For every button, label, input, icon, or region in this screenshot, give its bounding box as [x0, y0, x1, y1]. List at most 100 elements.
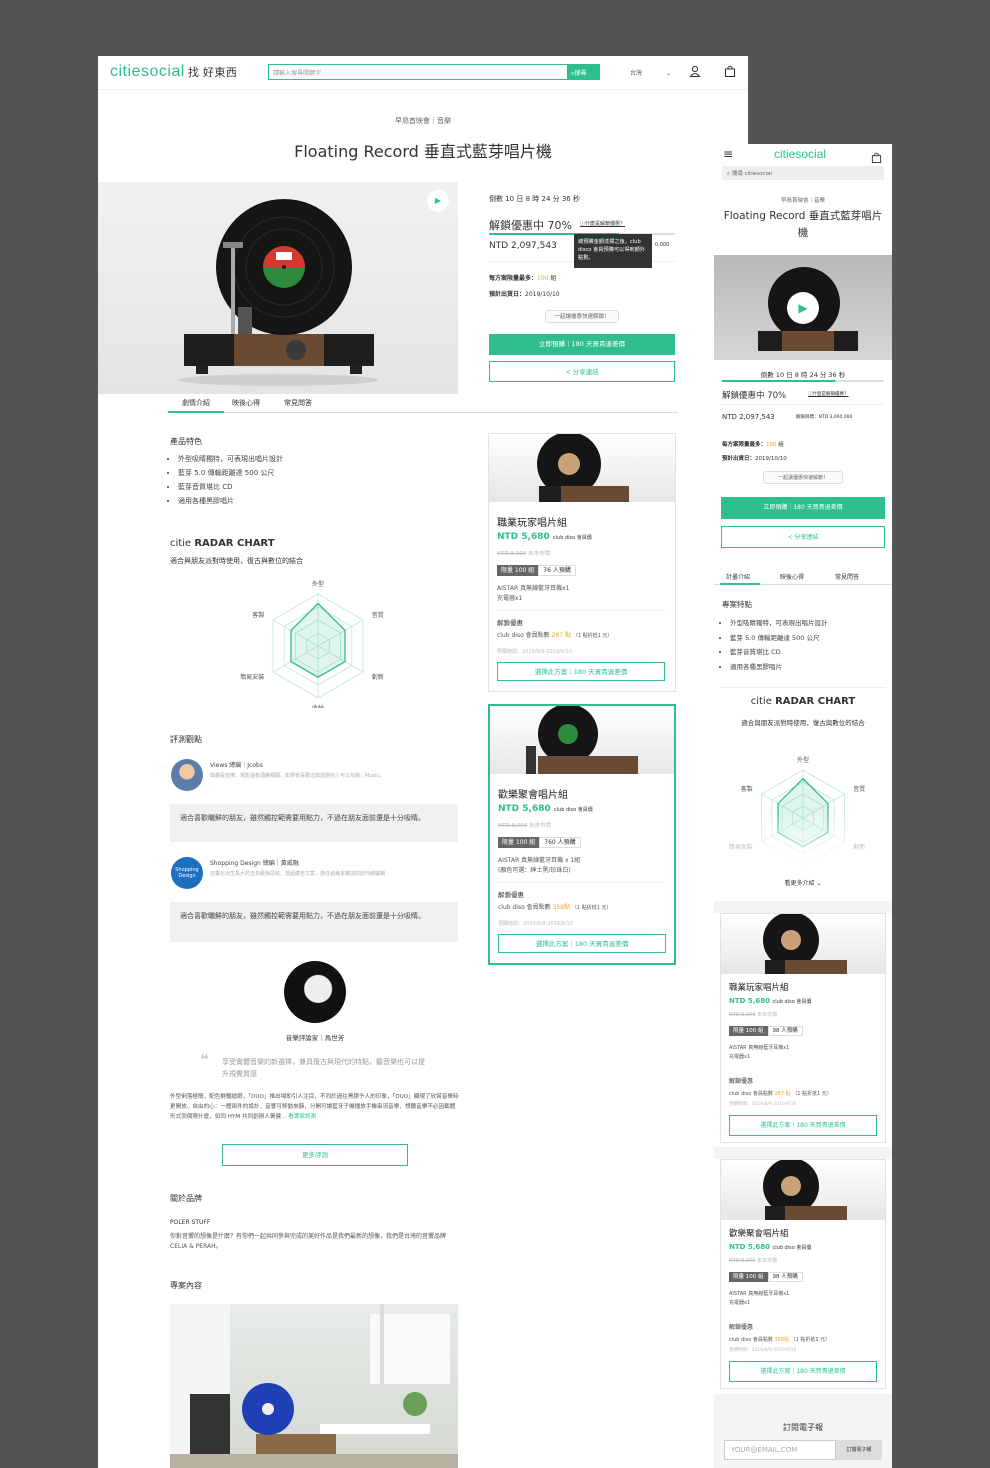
plan-item: AISTAR 真無線藍牙耳機x1 — [497, 585, 570, 592]
email-input[interactable]: YOUR@EMAIL.COM — [724, 1440, 836, 1460]
unlock-percent: 解鎖優惠中 70% — [722, 391, 787, 401]
divider — [722, 404, 884, 405]
limit-info: 每方案限量最多：100 組 — [722, 440, 784, 448]
plan-unlock-title: 解鎖優惠 — [498, 891, 524, 899]
select-plan-button[interactable]: 選擇此方案｜180 天買貴退差價 — [729, 1115, 877, 1136]
tab-story[interactable]: 劇情介紹 — [182, 398, 210, 408]
limit-label: 每方案限量最多： — [722, 442, 767, 448]
reviewer-desc: 興趣是音樂、電影還有酒精相關，如果有喜歡這篇話題的人可以找我，Music。 — [210, 773, 385, 779]
ship-label: 預計出貨日： — [489, 291, 526, 298]
search-placeholder: 搜尋 citiesocial — [731, 171, 772, 177]
active-tab-indicator — [168, 411, 224, 413]
plan-card[interactable]: 職業玩家唱片組 NTD 5,680 club diso 會員價 NTD 8,00… — [720, 913, 886, 1143]
play-button[interactable]: ▶ — [787, 292, 819, 324]
plan-unlock-title: 解鎖優惠 — [729, 1078, 754, 1085]
search-button-label: 搜尋 — [574, 70, 587, 77]
reviewer-desc: 在臺北出生長大的五年級後段班，當過廣告文案，擔任過幾本雜誌的創刊總編輯 — [210, 871, 386, 877]
plan-price-note: club diso 會員價 — [552, 535, 592, 541]
critic-quote: 享受實體音樂的新選擇，兼具復古與現代的特點，聽音樂也可以提升視覺質感 — [222, 1058, 425, 1078]
play-button[interactable]: ▶ — [427, 190, 449, 212]
radar-axis-label: 簡易安裝 — [240, 673, 264, 681]
tab-story[interactable]: 計畫介紹 — [726, 572, 750, 581]
critic-body: 外型俐落極簡，配色鮮豔搶眼，「DUO」推出場即引人注目，不同於過往黑膠予人的印象… — [170, 1092, 460, 1122]
feature-item: 適用各種黑膠唱片 — [178, 494, 283, 508]
feature-item: 外型吸睛獨特，可表現出唱片設計 — [178, 452, 283, 466]
plan-unlock-desc: club diso 會員點數 — [729, 1091, 773, 1097]
features-list: 外型吸睛獨特，可表現出唱片設計 藍芽 5.0 傳輸距離達 500 公尺 藍芽音質… — [730, 616, 828, 674]
tab-reviews[interactable]: 映後心得 — [232, 398, 260, 408]
critic-more-link[interactable]: 看專家評測 — [288, 1114, 316, 1120]
plan-name: 職業玩家唱片組 — [729, 983, 789, 993]
plan-points: 358點 — [774, 1337, 790, 1343]
select-plan-button[interactable]: 選擇此方案｜180 天買貴退差價 — [497, 662, 665, 681]
region-select[interactable]: 台灣 ⌄ — [630, 68, 671, 77]
select-plan-button[interactable]: 選擇此方案｜180 天買貴退差價 — [498, 934, 666, 953]
plan-card-selected[interactable]: 歡樂聚會唱片組 NTD 5,680 club diso 會員價 NTD 8,00… — [488, 704, 676, 965]
what-unlock-link[interactable]: ⓘ什麼是解鎖優惠？ — [808, 391, 849, 397]
fade-overlay — [714, 811, 892, 875]
preorder-button[interactable]: 立即預購｜180 天買貴退差價 — [721, 497, 885, 519]
radar-axis-label: 收納 — [312, 704, 324, 708]
plan-points-note: （1 點折抵1 元） — [571, 905, 612, 911]
raised-amount: NTD 2,097,543 — [722, 413, 775, 421]
plan-item: 充電器x1 — [497, 595, 523, 602]
plan-original-price: NTD 8,000 未來市價 — [729, 1257, 777, 1264]
logo[interactable]: citiesocial — [774, 147, 826, 161]
logo[interactable]: citiesocial 找 好東西 — [110, 63, 237, 81]
radar-subtitle: 適合與朋友派對時使用，復古與數位的結合 — [170, 557, 303, 565]
radar-title: citie RADAR CHART — [714, 696, 892, 707]
more-reviews-button[interactable]: 更多評測 — [222, 1144, 408, 1166]
tabs-underline — [168, 412, 678, 413]
mobile-page: ≡ citiesocial ⌕ 搜尋 citiesocial 早鳥首映會｜音樂 … — [714, 144, 892, 1468]
plan-image — [490, 706, 674, 774]
unlock-hint: 一起讓優惠快速解鎖！ — [763, 471, 843, 484]
share-button[interactable]: ≺ 分享連結 — [489, 361, 675, 382]
radar-title-light: citie — [170, 538, 192, 549]
plan-price-value: NTD 5,680 — [729, 1243, 771, 1251]
share-button[interactable]: ≺ 分享連結 — [721, 526, 885, 548]
features-title: 產品特色 — [170, 437, 202, 446]
plan-image — [489, 434, 675, 502]
plan-card[interactable]: 職業玩家唱片組 NTD 5,680 club diso 會員價 NTD 8,00… — [488, 433, 676, 692]
radar-value-area — [290, 602, 346, 678]
search-input[interactable]: ⌕ 搜尋 citiesocial — [722, 166, 884, 180]
radar-axis-label: 音質 — [372, 611, 384, 619]
see-more-link[interactable]: 看更多介紹 ⌄ — [714, 878, 892, 887]
tab-faq[interactable]: 常見問答 — [284, 398, 312, 408]
share-label: 分享連結 — [572, 368, 599, 376]
plan-period: 預購時間：2019/8/9-2019/9/10 — [498, 921, 573, 927]
plan-unlock-text: club diso 會員點數 267 點 （1 點折抵1 元） — [497, 631, 612, 641]
plan-price-value: NTD 5,680 — [497, 532, 550, 542]
avatar — [171, 759, 203, 791]
unlock-percent: 解鎖優惠中 70% — [489, 219, 572, 232]
plan-card[interactable]: 歡樂聚會唱片組 NTD 5,680 club diso 會員價 NTD 8,00… — [720, 1159, 886, 1389]
region-label: 台灣 — [630, 70, 643, 77]
search-input[interactable]: 請輸入搜尋關鍵字 — [268, 64, 568, 80]
section-divider — [714, 1147, 892, 1159]
tab-reviews[interactable]: 映後心得 — [780, 572, 804, 581]
subscribe-button[interactable]: 訂閱電子報 — [836, 1440, 882, 1460]
brand-title: 關於品牌 — [170, 1194, 202, 1203]
radar-title: citie RADAR CHART — [170, 538, 275, 549]
menu-icon[interactable]: ≡ — [723, 147, 733, 161]
limit-value: 100 — [766, 442, 777, 448]
radar-axis-label: 外型 — [797, 756, 809, 764]
plan-price-value: NTD 5,680 — [498, 804, 551, 814]
content-title: 專案內容 — [170, 1281, 202, 1290]
cart-icon[interactable] — [723, 65, 737, 79]
preorder-button[interactable]: 立即預購｜180 天買貴退差價 — [489, 334, 675, 355]
plan-points-note: （1 點折抵1 元） — [572, 633, 613, 639]
plan-period: 預購時間：2019/8/9-2019/9/10 — [729, 1102, 797, 1107]
review-quote: 適合喜歡曬鮮的朋友，雖然觸控範需要用點力，不過在朋友面前還是十分吸睛。 — [170, 804, 458, 842]
search-button[interactable]: ⌕搜尋 — [568, 64, 600, 80]
feature-item: 藍芽音質堪比 CD — [178, 480, 283, 494]
user-icon[interactable] — [688, 65, 702, 79]
what-unlock-link[interactable]: ⓘ什麼是解鎖優惠？ — [580, 220, 625, 227]
radar-title-light: citie — [750, 696, 772, 707]
select-plan-button[interactable]: 選擇此方案｜180 天買貴退差價 — [729, 1361, 877, 1382]
cart-icon[interactable] — [871, 148, 882, 167]
product-image — [98, 182, 458, 394]
section-divider — [714, 901, 892, 913]
tab-faq[interactable]: 常見問答 — [835, 572, 859, 581]
radar-axis-label: 客製 — [741, 785, 753, 793]
